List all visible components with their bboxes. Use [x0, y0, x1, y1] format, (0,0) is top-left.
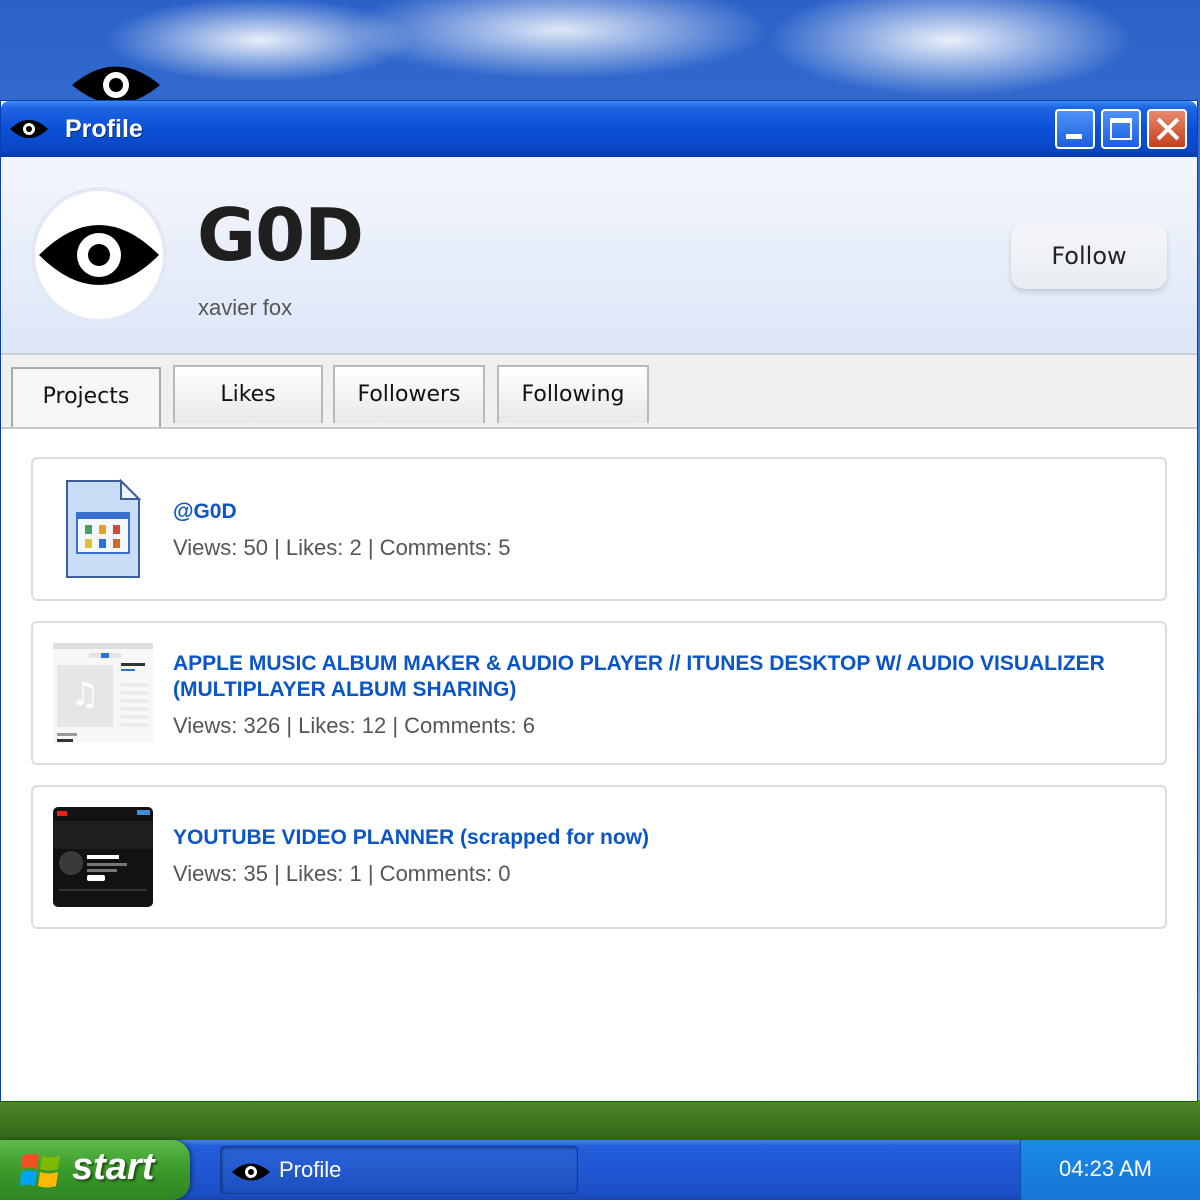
tab-projects[interactable]: Projects	[11, 367, 161, 427]
svg-text:♫: ♫	[71, 675, 100, 713]
close-button[interactable]	[1147, 109, 1187, 149]
system-tray: 04:23 AM	[1020, 1140, 1200, 1200]
project-stats: Views: 50 | Likes: 2 | Comments: 5	[173, 535, 511, 560]
youtube-planner-thumbnail[interactable]	[53, 807, 153, 907]
eye-icon	[9, 117, 49, 146]
taskbar-item-label: Profile	[279, 1157, 342, 1182]
eye-icon	[39, 225, 159, 285]
window-title: Profile	[65, 115, 143, 143]
tab-followers[interactable]: Followers	[333, 365, 485, 423]
project-card[interactable]: ♫ APPLE MUSIC ALBUM MAKER & AUDIO PLAYER…	[31, 621, 1167, 765]
project-stats: Views: 326 | Likes: 12 | Comments: 6	[173, 713, 535, 738]
title-bar[interactable]: Profile	[1, 101, 1197, 157]
project-card[interactable]: YOUTUBE VIDEO PLANNER (scrapped for now)…	[31, 785, 1167, 929]
clock[interactable]: 04:23 AM	[1059, 1156, 1152, 1182]
start-button[interactable]: start	[0, 1140, 190, 1200]
project-card[interactable]: @G0D Views: 50 | Likes: 2 | Comments: 5	[31, 457, 1167, 601]
profile-window: Profile G0D xavier fox Follow Projects L…	[0, 100, 1198, 1102]
profile-header: G0D xavier fox Follow	[1, 157, 1197, 355]
desktop-grass	[0, 1100, 1200, 1145]
minimize-button[interactable]	[1055, 109, 1095, 149]
tab-likes[interactable]: Likes	[173, 365, 323, 423]
eye-icon	[232, 1163, 270, 1181]
project-title-link[interactable]: YOUTUBE VIDEO PLANNER (scrapped for now)	[173, 825, 1123, 851]
project-title-link[interactable]: @G0D	[173, 499, 1123, 525]
profile-real-name: xavier fox	[198, 295, 293, 320]
windows-logo-icon	[20, 1150, 62, 1195]
document-icon[interactable]	[53, 478, 153, 579]
project-title-link[interactable]: APPLE MUSIC ALBUM MAKER & AUDIO PLAYER /…	[173, 651, 1123, 703]
profile-username: G0D	[197, 193, 364, 277]
album-maker-thumbnail[interactable]: ♫	[53, 643, 153, 743]
follow-button[interactable]: Follow	[1011, 223, 1167, 289]
start-label: start	[72, 1146, 155, 1188]
taskbar: start Profile 04:23 AM	[0, 1140, 1200, 1200]
avatar	[31, 187, 167, 323]
project-stats: Views: 35 | Likes: 1 | Comments: 0	[173, 861, 511, 886]
tab-bar: Projects Likes Followers Following	[1, 355, 1197, 429]
taskbar-item-profile[interactable]: Profile	[220, 1146, 578, 1194]
tab-following[interactable]: Following	[497, 365, 649, 423]
maximize-button[interactable]	[1101, 109, 1141, 149]
